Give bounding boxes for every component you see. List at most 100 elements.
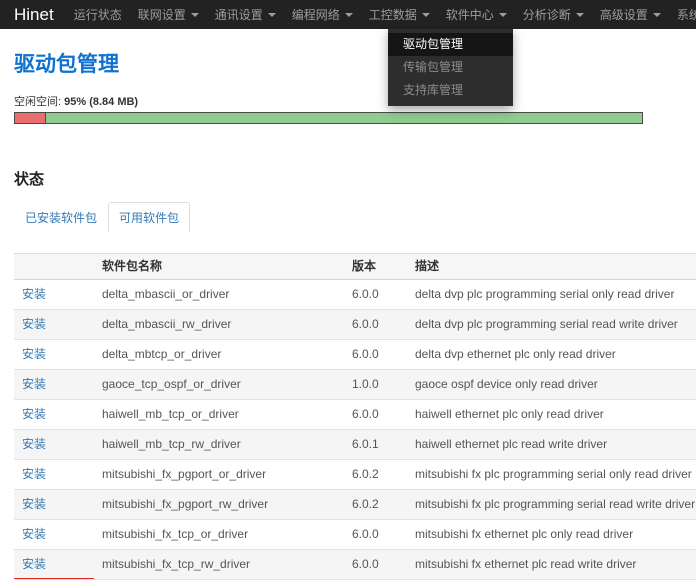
package-name-cell: mitsubishi_fx_pgport_rw_driver [94, 490, 344, 520]
table-row: 安装 haiwell_mb_tcp_rw_driver 6.0.1 haiwel… [14, 430, 696, 460]
package-description-cell: mitsubishi fx ethernet plc read write dr… [407, 550, 696, 580]
status-heading: 状态 [14, 168, 682, 189]
dropdown-menu-item[interactable]: 支持库管理 [388, 79, 513, 102]
package-description-cell: delta dvp plc programming serial only re… [407, 280, 696, 310]
package-name-cell: mitsubishi_fx_pgport_or_driver [94, 460, 344, 490]
nav-item[interactable]: 运行状态 [66, 0, 130, 29]
package-version-cell: 6.0.2 [344, 490, 407, 520]
chevron-down-icon [653, 13, 661, 17]
table-row: 安装 mitsubishi_fx_pgport_or_driver 6.0.2 … [14, 460, 696, 490]
package-description-cell: mitsubishi fx plc programming serial rea… [407, 490, 696, 520]
package-description-cell: delta dvp ethernet plc only read driver [407, 340, 696, 370]
table-row: 安装 gaoce_tcp_ospf_or_driver 1.0.0 gaoce … [14, 370, 696, 400]
package-version-cell: 6.0.0 [344, 340, 407, 370]
package-version-cell: 1.0.0 [344, 370, 407, 400]
table-row: 安装 haiwell_mb_tcp_or_driver 6.0.0 haiwel… [14, 400, 696, 430]
package-name-cell: delta_mbascii_rw_driver [94, 310, 344, 340]
nav-item[interactable]: 高级设置 [592, 0, 669, 29]
package-version-cell: 6.0.0 [344, 310, 407, 340]
dropdown-menu-item[interactable]: 传输包管理 [388, 56, 513, 79]
chevron-down-icon [576, 13, 584, 17]
install-link[interactable]: 安装 [22, 347, 46, 361]
nav-item-label: 编程网络 [292, 6, 340, 23]
chevron-down-icon [268, 13, 276, 17]
package-description-cell: gaoce ospf device only read driver [407, 370, 696, 400]
table-row: 安装 delta_mbascii_or_driver 6.0.0 delta d… [14, 280, 696, 310]
package-description-cell: haiwell ethernet plc only read driver [407, 400, 696, 430]
table-row: 安装 delta_mbascii_rw_driver 6.0.0 delta d… [14, 310, 696, 340]
package-name-cell: delta_mbascii_or_driver [94, 280, 344, 310]
chevron-down-icon [345, 13, 353, 17]
tab[interactable]: 已安装软件包 [14, 202, 108, 233]
top-navbar: Hinet 运行状态 联网设置 通讯设置 编程网络 工控数据 软件中心 分析诊断… [0, 0, 696, 29]
install-link[interactable]: 安装 [22, 377, 46, 391]
table-row: 安装 mitsubishi_fx_pgport_rw_driver 6.0.2 … [14, 490, 696, 520]
used-space-segment [15, 113, 46, 123]
column-header [14, 254, 94, 280]
nav-item[interactable]: 分析诊断 [515, 0, 592, 29]
package-version-cell: 6.0.0 [344, 280, 407, 310]
package-version-cell: 6.0.2 [344, 460, 407, 490]
install-link[interactable]: 安装 [22, 407, 46, 421]
package-description-cell: mitsubishi fx ethernet plc only read dri… [407, 520, 696, 550]
install-link[interactable]: 安装 [22, 557, 46, 571]
nav-item[interactable]: 通讯设置 [207, 0, 284, 29]
packages-table: 软件包名称版本描述 安装 delta_mbascii_or_driver 6.0… [14, 253, 696, 580]
nav-item[interactable]: 系统设置 [669, 0, 696, 29]
package-tabs: 已安装软件包 可用软件包 [14, 202, 682, 233]
software-center-dropdown: 驱动包管理 传输包管理 支持库管理 [388, 29, 513, 106]
package-name-cell: mitsubishi_fx_tcp_rw_driver [94, 550, 344, 580]
table-row: 安装 delta_mbtcp_or_driver 6.0.0 delta dvp… [14, 340, 696, 370]
install-link[interactable]: 安装 [22, 527, 46, 541]
free-space-label: 空闲空间: 95% (8.84 MB) [14, 93, 682, 109]
package-name-cell: haiwell_mb_tcp_or_driver [94, 400, 344, 430]
column-header: 描述 [407, 254, 696, 280]
free-space-value: 95% (8.84 MB) [64, 96, 138, 108]
dropdown-menu-item[interactable]: 驱动包管理 [388, 33, 513, 56]
package-version-cell: 6.0.1 [344, 430, 407, 460]
nav-item-open[interactable]: 软件中心 [438, 0, 515, 29]
install-link[interactable]: 安装 [22, 467, 46, 481]
nav-item[interactable]: 联网设置 [130, 0, 207, 29]
package-description-cell: delta dvp plc programming serial read wr… [407, 310, 696, 340]
nav-item-label: 高级设置 [600, 6, 648, 23]
tab[interactable]: 可用软件包 [108, 202, 190, 233]
table-header-row: 软件包名称版本描述 [14, 254, 696, 280]
free-space-segment [46, 113, 642, 123]
nav-item-label: 通讯设置 [215, 6, 263, 23]
table-row: 安装 mitsubishi_fx_tcp_rw_driver 6.0.0 mit… [14, 550, 696, 580]
chevron-down-icon [422, 13, 430, 17]
package-version-cell: 6.0.0 [344, 400, 407, 430]
brand-logo[interactable]: Hinet [14, 0, 54, 29]
main-content: 驱动包管理 空闲空间: 95% (8.84 MB) 状态 已安装软件包 可用软件… [0, 48, 696, 580]
table-body: 安装 delta_mbascii_or_driver 6.0.0 delta d… [14, 280, 696, 580]
chevron-down-icon [499, 13, 507, 17]
nav-item-label: 系统设置 [677, 6, 696, 23]
nav-item[interactable]: 工控数据 [361, 0, 438, 29]
nav-item-label: 软件中心 [446, 6, 494, 23]
install-link[interactable]: 安装 [22, 497, 46, 511]
install-link[interactable]: 安装 [22, 317, 46, 331]
package-name-cell: mitsubishi_fx_tcp_or_driver [94, 520, 344, 550]
package-version-cell: 6.0.0 [344, 550, 407, 580]
nav-menu: 运行状态 联网设置 通讯设置 编程网络 工控数据 软件中心 分析诊断 高级设置 … [66, 0, 696, 29]
column-header: 版本 [344, 254, 407, 280]
nav-item-label: 分析诊断 [523, 6, 571, 23]
package-name-cell: gaoce_tcp_ospf_or_driver [94, 370, 344, 400]
page-title: 驱动包管理 [14, 48, 682, 78]
free-space-progress-bar [14, 112, 643, 124]
table-row: 安装 mitsubishi_fx_tcp_or_driver 6.0.0 mit… [14, 520, 696, 550]
nav-item-label: 工控数据 [369, 6, 417, 23]
nav-item-label: 联网设置 [138, 6, 186, 23]
package-description-cell: mitsubishi fx plc programming serial onl… [407, 460, 696, 490]
install-link[interactable]: 安装 [22, 287, 46, 301]
nav-item[interactable]: 编程网络 [284, 0, 361, 29]
install-link[interactable]: 安装 [22, 437, 46, 451]
package-name-cell: haiwell_mb_tcp_rw_driver [94, 430, 344, 460]
package-description-cell: haiwell ethernet plc read write driver [407, 430, 696, 460]
package-version-cell: 6.0.0 [344, 520, 407, 550]
package-name-cell: delta_mbtcp_or_driver [94, 340, 344, 370]
free-space-caption: 空闲空间: [14, 96, 61, 108]
column-header: 软件包名称 [94, 254, 344, 280]
chevron-down-icon [191, 13, 199, 17]
